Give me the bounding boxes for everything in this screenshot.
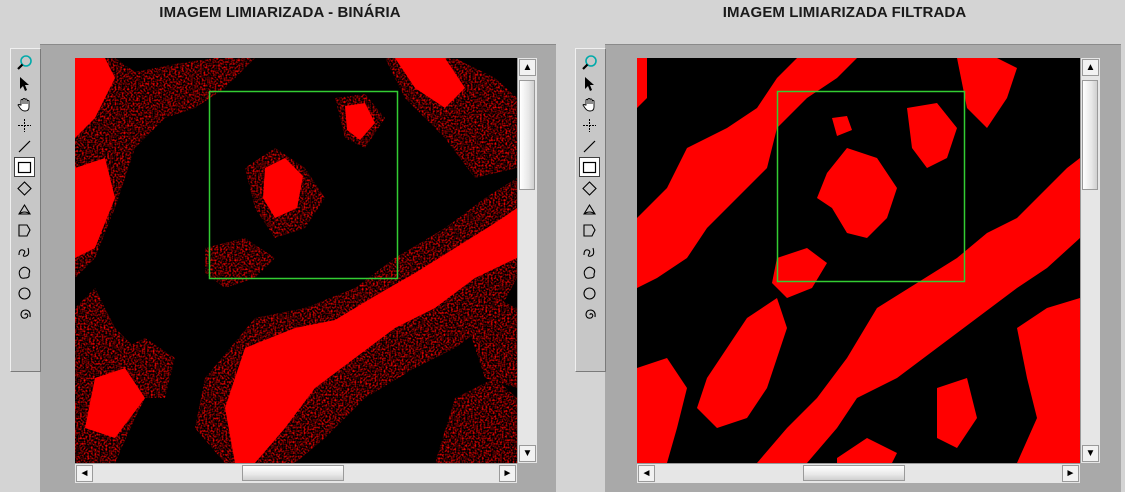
tool-spiral-button[interactable] (14, 304, 35, 324)
pointer-icon (585, 76, 594, 91)
tool-pan-hand-button[interactable] (14, 94, 35, 114)
zoom-icon (17, 54, 32, 70)
pan-hand-icon (582, 97, 595, 111)
tool-rectangle-button[interactable] (579, 157, 600, 177)
binary-image (75, 58, 517, 463)
tool-pointer-button[interactable] (14, 73, 35, 93)
binary-image-display[interactable] (75, 58, 517, 463)
scroll-left-button[interactable]: ◄ (76, 465, 93, 482)
scroll-thumb[interactable] (803, 465, 905, 481)
oval-icon (18, 286, 31, 300)
polygon-icon (583, 223, 596, 237)
tool-zoom-button[interactable] (579, 52, 600, 72)
tool-spiral-button[interactable] (579, 304, 600, 324)
tool-freehand-line-button[interactable] (14, 241, 35, 261)
rotated-rectangle-icon (582, 180, 597, 196)
tool-polygon-button[interactable] (579, 220, 600, 240)
tool-pointer-button[interactable] (579, 73, 600, 93)
scroll-left-button[interactable]: ◄ (638, 465, 655, 482)
panel-title: IMAGEM LIMIARIZADA FILTRADA (722, 4, 967, 21)
horizontal-scrollbar[interactable]: ◄ ► (637, 463, 1080, 483)
horizontal-scrollbar[interactable]: ◄ ► (75, 463, 517, 483)
tool-rotated-rectangle-button[interactable] (14, 178, 35, 198)
tool-rotated-rectangle-button[interactable] (579, 178, 600, 198)
tool-freehand-region-button[interactable] (579, 262, 600, 282)
point-icon (583, 118, 596, 132)
tool-pan-hand-button[interactable] (579, 94, 600, 114)
vertical-scrollbar[interactable]: ▲ ▼ (517, 58, 537, 463)
panel-title: IMAGEM LIMIARIZADA - BINÁRIA (159, 4, 401, 21)
scroll-right-button[interactable]: ► (1062, 465, 1079, 482)
annulus-icon (583, 203, 596, 215)
spiral-icon (585, 308, 596, 319)
freehand-region-icon (18, 266, 31, 279)
polygon-icon (18, 223, 31, 237)
filtered-image-display[interactable] (637, 58, 1080, 463)
annulus-icon (18, 203, 31, 215)
scroll-right-button[interactable]: ► (499, 465, 516, 482)
tool-annulus-button[interactable] (14, 199, 35, 219)
tool-line-button[interactable] (14, 136, 35, 156)
tool-freehand-region-button[interactable] (14, 262, 35, 282)
tool-oval-button[interactable] (579, 283, 600, 303)
oval-icon (583, 286, 596, 300)
scroll-up-button[interactable]: ▲ (1082, 59, 1099, 76)
pan-hand-icon (17, 97, 30, 111)
pointer-icon (20, 76, 29, 91)
tool-point-button[interactable] (14, 115, 35, 135)
rotated-rectangle-icon (17, 180, 32, 196)
scroll-thumb[interactable] (519, 80, 535, 190)
tool-point-button[interactable] (579, 115, 600, 135)
freehand-line-icon (18, 247, 30, 257)
roi-toolbar-right (575, 48, 606, 372)
point-icon (18, 118, 31, 132)
filtered-image (637, 58, 1080, 463)
tool-freehand-line-button[interactable] (579, 241, 600, 261)
scroll-thumb[interactable] (1082, 80, 1098, 190)
scroll-down-button[interactable]: ▼ (519, 445, 536, 462)
tool-polygon-button[interactable] (14, 220, 35, 240)
filtered-regions (637, 58, 1080, 463)
rectangle-icon (17, 161, 32, 173)
vertical-scrollbar[interactable]: ▲ ▼ (1080, 58, 1100, 463)
scroll-up-button[interactable]: ▲ (519, 59, 536, 76)
scroll-down-button[interactable]: ▼ (1082, 445, 1099, 462)
tool-oval-button[interactable] (14, 283, 35, 303)
scroll-thumb[interactable] (242, 465, 344, 481)
spiral-icon (20, 308, 31, 319)
freehand-region-icon (583, 266, 596, 279)
line-icon (583, 140, 596, 152)
tool-rectangle-button[interactable] (14, 157, 35, 177)
thresholded-regions (75, 58, 517, 463)
zoom-icon (582, 54, 597, 70)
roi-toolbar-left (10, 48, 41, 372)
rectangle-icon (582, 161, 597, 173)
freehand-line-icon (583, 247, 595, 257)
tool-zoom-button[interactable] (14, 52, 35, 72)
tool-annulus-button[interactable] (579, 199, 600, 219)
line-icon (18, 140, 31, 152)
tool-line-button[interactable] (579, 136, 600, 156)
